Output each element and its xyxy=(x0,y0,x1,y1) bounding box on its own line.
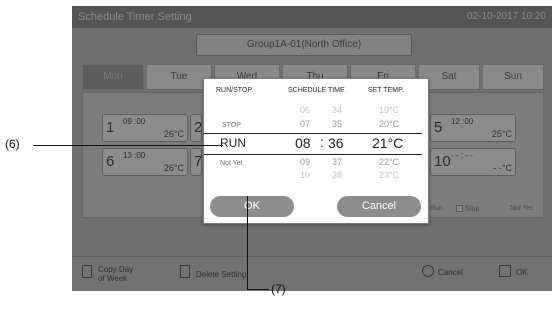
ok-button[interactable]: OK xyxy=(516,268,528,277)
callout-6-label: (6) xyxy=(5,137,20,151)
ok-check-icon xyxy=(499,265,511,277)
hour-option[interactable]: 09 xyxy=(300,157,310,167)
minute-option[interactable]: 37 xyxy=(332,157,342,167)
callout-7-leader-vertical xyxy=(247,196,248,290)
bottom-bar: Copy Day of Week Delete Setting Cancel O… xyxy=(72,256,552,291)
status-option-stop[interactable]: STOP xyxy=(222,122,241,129)
schedule-slot-6[interactable]: 6 13 :00 26°C xyxy=(102,148,188,176)
hour-option[interactable]: 07 xyxy=(300,119,310,129)
minute-option[interactable]: 34 xyxy=(332,105,342,115)
slot-temp: 25°C xyxy=(491,129,512,139)
copy-day-button[interactable]: Copy Day of Week xyxy=(98,265,133,283)
delete-setting-button[interactable]: Delete Setting xyxy=(196,270,246,279)
tab-sun[interactable]: Sun xyxy=(482,64,544,90)
stop-swatch-icon xyxy=(456,205,463,212)
callout-6-leader-line xyxy=(33,145,223,146)
callout-7-label: (7) xyxy=(271,282,286,296)
selection-top-line xyxy=(204,133,422,134)
status-option-not-yet[interactable]: Not Yet xyxy=(220,160,243,167)
schedule-slot-7[interactable]: 7 xyxy=(190,148,202,176)
slot-temp: 26°C xyxy=(163,129,184,139)
hour-option[interactable]: 10 xyxy=(300,170,310,180)
picker-cancel-button[interactable]: Cancel xyxy=(337,196,421,217)
schedule-slot-2[interactable]: 2 xyxy=(190,114,202,142)
title-bar: Schedule Timer Setting 02-10-2017 10:20 xyxy=(72,6,552,28)
slot-number: 2 xyxy=(194,119,203,136)
minute-option[interactable]: 35 xyxy=(332,119,342,129)
temp-option[interactable]: 23°C xyxy=(379,170,399,180)
picker-ok-button[interactable]: OK xyxy=(210,196,294,217)
slot-temp: 26°C xyxy=(163,163,184,173)
callout-7-leader-horizontal xyxy=(247,289,269,290)
screen-title: Schedule Timer Setting xyxy=(78,11,192,23)
slot-number: 6 xyxy=(106,153,115,170)
legend-stop: Stop xyxy=(456,205,479,212)
run-stop-picker-dialog: RUN/STOP SCHEDULE TIME SET TEMP. 06 34 1… xyxy=(203,78,429,224)
cancel-button[interactable]: Cancel xyxy=(438,268,463,277)
selection-bottom-line xyxy=(204,154,422,155)
slot-number: 5 xyxy=(434,119,443,136)
delete-setting-icon xyxy=(180,265,190,278)
slot-time: - - : - - xyxy=(451,151,473,160)
selected-minute[interactable]: 36 xyxy=(328,135,344,151)
time-separator: : xyxy=(320,134,324,150)
legend-not-yet: Not Yet xyxy=(510,205,533,212)
selected-status[interactable]: RUN xyxy=(220,136,246,150)
slot-temp: - -°C xyxy=(493,163,512,173)
slot-time: 12 :00 xyxy=(451,117,474,126)
cancel-icon xyxy=(422,265,434,277)
header-run-stop: RUN/STOP xyxy=(216,87,253,94)
slot-number: 7 xyxy=(194,153,203,170)
hour-option[interactable]: 06 xyxy=(300,105,310,115)
date-time: 02-10-2017 10:20 xyxy=(467,11,546,22)
slot-number: 10 xyxy=(434,153,451,170)
schedule-slot-5[interactable]: 5 12 :00 25°C xyxy=(430,114,516,142)
slot-time: 09 :00 xyxy=(123,117,146,126)
selected-hour[interactable]: 08 xyxy=(295,135,311,151)
legend-run: Run xyxy=(430,205,443,212)
group-name[interactable]: Group1A-01(North Office) xyxy=(196,34,412,56)
temp-option[interactable]: 20°C xyxy=(379,119,399,129)
temp-option[interactable]: 19°C xyxy=(379,105,399,115)
schedule-slot-1[interactable]: 1 09 :00 26°C xyxy=(102,114,188,142)
minute-option[interactable]: 38 xyxy=(332,170,342,180)
tab-mon[interactable]: Mon xyxy=(82,64,144,90)
temp-option[interactable]: 22°C xyxy=(379,157,399,167)
slot-time: 13 :00 xyxy=(123,151,146,160)
copy-day-label-1: Copy Day xyxy=(98,265,134,274)
selected-temp[interactable]: 21°C xyxy=(372,135,403,151)
header-schedule-time: SCHEDULE TIME xyxy=(288,87,345,94)
copy-day-icon xyxy=(82,265,92,278)
schedule-slot-10[interactable]: 10 - - : - - - -°C xyxy=(430,148,516,176)
header-set-temp: SET TEMP. xyxy=(368,87,404,94)
copy-day-label-2: of Week xyxy=(98,274,128,283)
slot-number: 1 xyxy=(106,119,115,136)
